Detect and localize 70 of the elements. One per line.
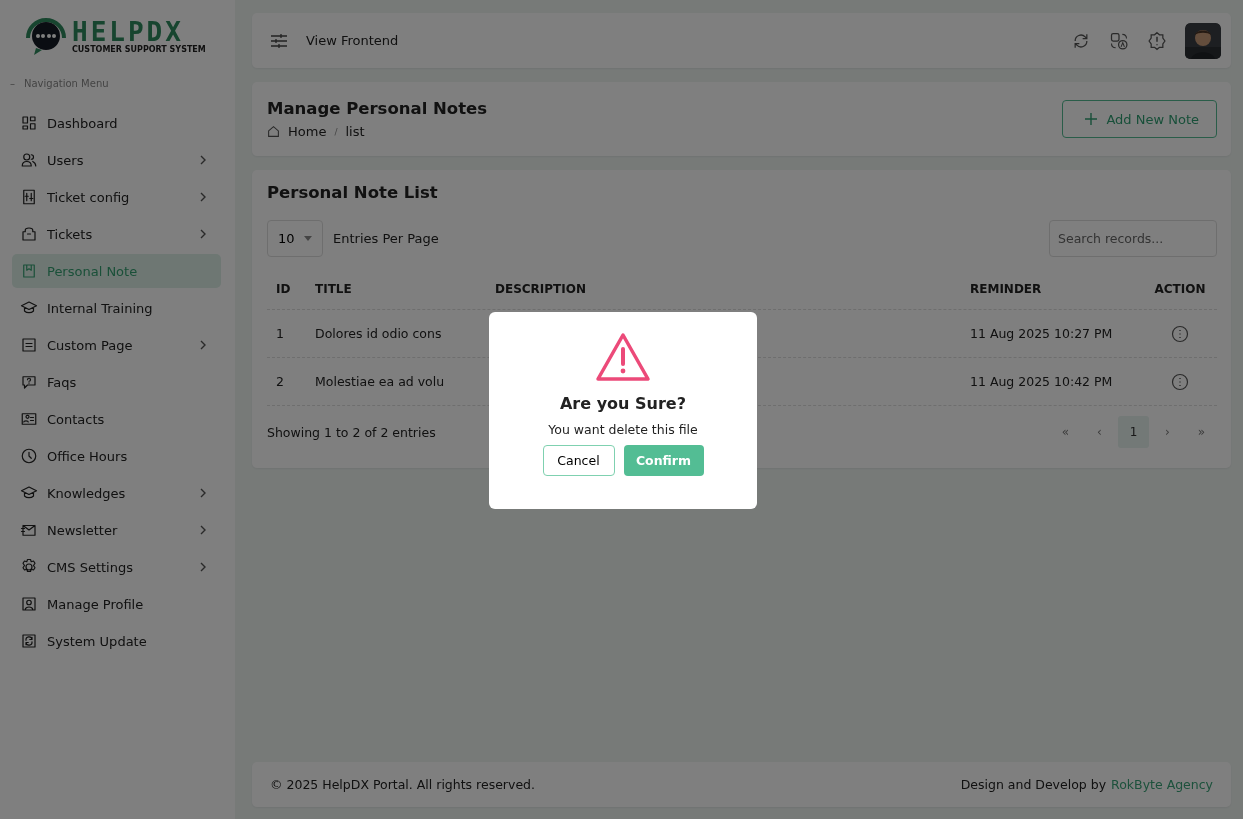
page-button[interactable]: 1 xyxy=(1118,416,1149,448)
logo-name: HELPDX xyxy=(72,18,184,45)
page-button[interactable]: « xyxy=(1050,416,1081,448)
column-header: ID xyxy=(276,282,292,296)
view-frontend-link[interactable]: View Frontend xyxy=(306,33,399,48)
per-page-label: Entries Per Page xyxy=(333,231,439,246)
nav-item[interactable]: System Update xyxy=(12,624,221,658)
sliders-icon[interactable] xyxy=(270,32,288,49)
grid-icon xyxy=(20,114,38,132)
logo-tagline: CUSTOMER SUPPORT SYSTEM xyxy=(72,44,206,54)
nav-item[interactable]: Contacts xyxy=(12,402,221,436)
search-field[interactable]: Search records... xyxy=(1049,220,1217,257)
contact-card-icon xyxy=(20,410,38,428)
cancel-button[interactable]: Cancel xyxy=(542,445,615,476)
per-page-select[interactable]: 10 xyxy=(267,220,323,257)
breadcrumb-current: list xyxy=(345,124,365,139)
table-cell-text: 1 xyxy=(276,326,285,341)
entries-summary: Showing 1 to 2 of 2 entries xyxy=(267,424,436,440)
column-header: TITLE xyxy=(315,282,353,296)
page-icon xyxy=(20,336,38,354)
nav-item[interactable]: Office Hours xyxy=(12,439,221,473)
table-cell-text: 2 xyxy=(276,374,285,389)
refresh-icon xyxy=(20,632,38,650)
plus-icon xyxy=(1085,113,1098,125)
breadcrumb-separator: / xyxy=(334,126,338,137)
nav-item[interactable]: Faqs xyxy=(12,365,221,399)
caret-icon xyxy=(304,236,312,241)
column-header: ACTION xyxy=(1153,282,1207,296)
alert-badge-icon[interactable] xyxy=(1147,30,1167,51)
table-cell-text: Molestiae ea ad volu xyxy=(315,374,446,389)
nav-item[interactable]: Users xyxy=(12,143,221,177)
table-cell-text: 11 Aug 2025 10:27 PM xyxy=(970,326,1114,341)
nav-item[interactable]: Newsletter xyxy=(12,513,221,547)
bookmark-icon xyxy=(20,262,38,280)
credit-text: Design and Develop by xyxy=(960,777,1107,792)
nav-item[interactable]: Manage Profile xyxy=(12,587,221,621)
users-icon xyxy=(20,151,38,169)
more-options-icon[interactable] xyxy=(1171,372,1189,391)
more-options-icon[interactable] xyxy=(1171,324,1189,343)
column-header: DESCRIPTION xyxy=(495,282,587,296)
bag-icon xyxy=(20,225,38,243)
page-button[interactable]: » xyxy=(1186,416,1217,448)
breadcrumb-link[interactable]: Home xyxy=(288,124,327,139)
copyright-text: © 2025 HelpDX Portal. All rights reserved. xyxy=(270,777,535,792)
dash-mark: – xyxy=(10,78,15,91)
nav-item[interactable]: Internal Training xyxy=(12,291,221,325)
clock-icon xyxy=(20,447,38,465)
nav-item[interactable]: Knowledges xyxy=(12,476,221,510)
dialog-title: Are you Sure? xyxy=(560,394,686,413)
table-cell-text: Dolores id odio cons xyxy=(315,326,443,341)
sliders-icon xyxy=(20,188,38,206)
question-bubble-icon xyxy=(20,373,38,391)
profile-icon xyxy=(20,595,38,613)
nav-item[interactable]: CMS Settings xyxy=(12,550,221,584)
nav-item[interactable]: Dashboard xyxy=(12,106,221,140)
page-button[interactable]: › xyxy=(1152,416,1183,448)
column-header: REMINDER xyxy=(970,282,1043,296)
dialog-message: You want delete this file xyxy=(548,422,698,437)
warning-icon xyxy=(595,332,651,382)
add-note-button[interactable]: Add New Note xyxy=(1062,100,1217,138)
nav-item[interactable]: Custom Page xyxy=(12,328,221,362)
page-title: Manage Personal Notes xyxy=(267,99,488,118)
nav-item[interactable]: Ticket config xyxy=(12,180,221,214)
nav-heading: Navigation Menu xyxy=(24,78,109,91)
nav-item[interactable]: Tickets xyxy=(12,217,221,251)
page-button[interactable]: ‹ xyxy=(1084,416,1115,448)
list-title: Personal Note List xyxy=(267,183,439,202)
home-icon xyxy=(267,125,280,138)
table-cell-text: 11 Aug 2025 10:42 PM xyxy=(970,374,1114,389)
translate-icon[interactable] xyxy=(1109,30,1129,51)
